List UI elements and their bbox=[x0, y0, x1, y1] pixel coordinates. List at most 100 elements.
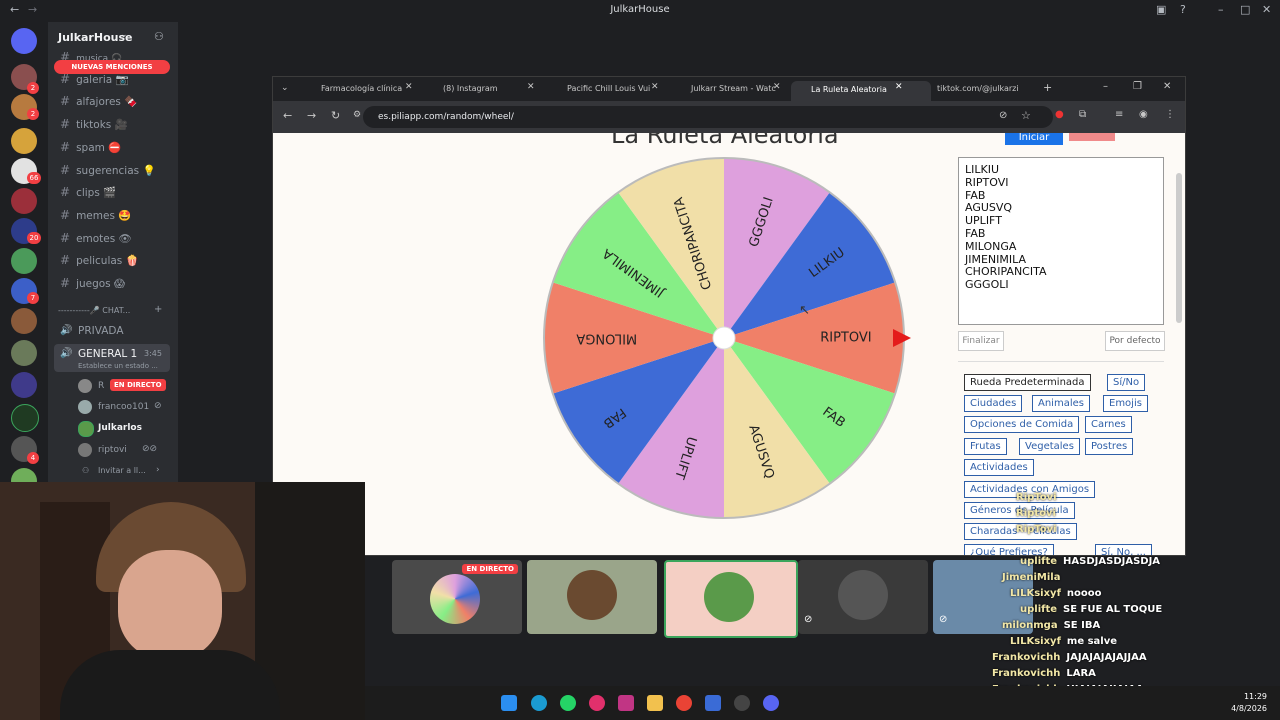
preset-option-button[interactable]: Sí/No bbox=[1107, 374, 1146, 391]
new-tab-icon[interactable]: + bbox=[1043, 81, 1052, 94]
invite-link[interactable]: Invitar a ll... bbox=[98, 466, 146, 475]
channel-item[interactable]: # sugerencias 💡 bbox=[60, 163, 156, 177]
channel-item[interactable]: # alfajores 🍫 bbox=[60, 94, 137, 108]
voice-user-name[interactable]: riptovi bbox=[98, 445, 127, 455]
channel-item[interactable]: # juegos 😱 bbox=[60, 276, 125, 290]
puzzle-icon[interactable]: ⧉ bbox=[1079, 109, 1086, 120]
preset-option-button[interactable]: Sí, No, ... bbox=[1095, 544, 1152, 555]
back-icon[interactable]: ← bbox=[283, 109, 292, 122]
channel-item[interactable]: # memes 🤩 bbox=[60, 208, 131, 222]
channel-item[interactable]: # peliculas 🍿 bbox=[60, 253, 139, 267]
reload-icon[interactable]: ↻ bbox=[331, 109, 340, 122]
eye-off-icon[interactable]: ⊘ bbox=[999, 110, 1007, 121]
media-player-icon[interactable] bbox=[589, 695, 605, 711]
tab-tiktok[interactable]: tiktok.com/@julkarzi bbox=[917, 81, 1047, 101]
minimize-icon[interactable]: – bbox=[1218, 3, 1224, 16]
voice-channel-private[interactable]: PRIVADA bbox=[78, 325, 124, 337]
discord-home-icon[interactable] bbox=[11, 28, 37, 54]
preset-option-button[interactable]: Animales bbox=[1032, 395, 1090, 412]
profile-icon[interactable]: ◉ bbox=[1139, 109, 1148, 120]
tab-ruleta[interactable]: La Ruleta Aleatoria bbox=[791, 81, 931, 101]
tab-instagram[interactable]: (8) Instagram bbox=[423, 81, 563, 101]
stream-tile[interactable] bbox=[664, 560, 798, 638]
preset-option-button[interactable]: Géneros de Película bbox=[964, 502, 1075, 519]
mail-icon[interactable] bbox=[705, 695, 721, 711]
avatar bbox=[704, 572, 754, 622]
voice-status[interactable]: Establece un estado ... bbox=[78, 362, 158, 370]
channel-item[interactable]: # galeria 📷 bbox=[60, 72, 129, 86]
server-icon[interactable] bbox=[11, 372, 37, 398]
close-tab-icon[interactable]: ✕ bbox=[405, 82, 413, 92]
preset-option-button[interactable]: Actividades con Amigos bbox=[964, 481, 1096, 498]
clock-time[interactable]: 11:29 bbox=[1227, 692, 1267, 701]
add-channel-icon[interactable]: + bbox=[154, 304, 162, 315]
add-friend-icon[interactable]: ⚇ bbox=[154, 30, 164, 43]
preset-option-button[interactable]: Vegetales bbox=[1019, 438, 1080, 455]
voice-user-name[interactable]: Julkarlos bbox=[98, 423, 142, 433]
close-tab-icon[interactable]: ✕ bbox=[527, 82, 535, 92]
preset-option-button[interactable]: Actividades bbox=[964, 459, 1034, 476]
chevron-down-icon[interactable]: ⌄ bbox=[120, 30, 128, 40]
preset-option-button[interactable]: Opciones de Comida bbox=[964, 416, 1080, 433]
chevron-right-icon: › bbox=[156, 465, 160, 475]
preset-option-button[interactable]: Carnes bbox=[1085, 416, 1132, 433]
media-icon[interactable]: ≡ bbox=[1115, 109, 1123, 120]
chat-username: Frankovichh bbox=[992, 668, 1061, 679]
site-info-icon[interactable]: ⚙ bbox=[353, 110, 361, 120]
close-icon[interactable]: ✕ bbox=[1163, 81, 1171, 92]
chrome-icon[interactable] bbox=[676, 695, 692, 711]
channel-item[interactable]: # emotes 👁 bbox=[60, 231, 132, 245]
preset-option-button[interactable]: Postres bbox=[1085, 438, 1134, 455]
menu-icon[interactable]: ⋮ bbox=[1165, 109, 1175, 120]
channel-item[interactable]: # clips 🎬 bbox=[60, 185, 116, 199]
channel-item[interactable]: # spam ⛔ bbox=[60, 140, 121, 154]
server-icon[interactable] bbox=[11, 404, 39, 432]
windows-start-icon[interactable] bbox=[501, 695, 517, 711]
edge-icon[interactable] bbox=[531, 695, 547, 711]
voice-user-name[interactable]: R bbox=[98, 381, 104, 391]
preset-option-button[interactable]: Emojis bbox=[1103, 395, 1148, 412]
voice-user-name[interactable]: francoo101 bbox=[98, 402, 149, 412]
discord-icon[interactable] bbox=[763, 695, 779, 711]
help-icon[interactable]: ? bbox=[1180, 3, 1186, 16]
inbox-icon[interactable]: ▣ bbox=[1156, 3, 1166, 16]
stream-tile[interactable] bbox=[527, 560, 657, 634]
new-mentions-banner[interactable]: NUEVAS MENCIONES bbox=[54, 60, 170, 74]
close-icon[interactable]: ✕ bbox=[1262, 3, 1271, 16]
forward-icon[interactable]: → bbox=[307, 109, 316, 122]
close-tab-icon[interactable]: ✕ bbox=[651, 82, 659, 92]
file-explorer-icon[interactable] bbox=[647, 695, 663, 711]
stream-tile[interactable]: EN DIRECTO bbox=[392, 560, 522, 634]
preset-option-button[interactable]: Rueda Predeterminada bbox=[964, 374, 1091, 391]
close-tab-icon[interactable]: ✕ bbox=[773, 82, 781, 92]
server-icon[interactable] bbox=[11, 308, 37, 334]
tab-list-icon[interactable]: ⌄ bbox=[281, 83, 289, 93]
server-icon[interactable] bbox=[11, 248, 37, 274]
extension-icon[interactable]: ● bbox=[1055, 109, 1064, 120]
stream-tile[interactable]: ⊘ bbox=[933, 560, 1033, 634]
channel-item[interactable]: # tiktoks 🎥 bbox=[60, 117, 128, 131]
preset-option-button[interactable]: Frutas bbox=[964, 438, 1007, 455]
maximize-icon[interactable]: □ bbox=[1240, 3, 1250, 16]
bookmark-star-icon[interactable]: ☆ bbox=[1021, 109, 1031, 122]
url-field[interactable]: es.piliapp.com/random/wheel/ bbox=[363, 106, 1053, 128]
preset-option-button[interactable]: Charadas - Películas bbox=[964, 523, 1077, 540]
category-header[interactable]: -----------🎤 CHAT... bbox=[58, 306, 130, 315]
whatsapp-icon[interactable] bbox=[560, 695, 576, 711]
minimize-icon[interactable]: – bbox=[1103, 81, 1108, 92]
scrollbar[interactable] bbox=[1176, 173, 1182, 323]
server-icon[interactable] bbox=[11, 188, 37, 214]
speaker-icon: 🔊 bbox=[60, 348, 73, 359]
tab-pacific-chill[interactable]: Pacific Chill Louis Vui bbox=[547, 81, 687, 101]
preset-option-button[interactable]: Ciudades bbox=[964, 395, 1023, 412]
preset-option-button[interactable]: ¿Qué Prefieres? bbox=[964, 544, 1054, 555]
server-icon[interactable] bbox=[11, 340, 37, 366]
server-icon[interactable] bbox=[11, 128, 37, 154]
close-tab-icon[interactable]: ✕ bbox=[895, 82, 903, 92]
restore-icon[interactable]: ❐ bbox=[1133, 81, 1142, 92]
stream-tile[interactable]: ⊘ bbox=[798, 560, 928, 634]
tab-farmacologia[interactable]: Farmacología clínica bbox=[301, 81, 441, 101]
clock-date[interactable]: 4/8/2026 bbox=[1217, 704, 1267, 713]
instagram-icon[interactable] bbox=[618, 695, 634, 711]
app-icon[interactable] bbox=[734, 695, 750, 711]
